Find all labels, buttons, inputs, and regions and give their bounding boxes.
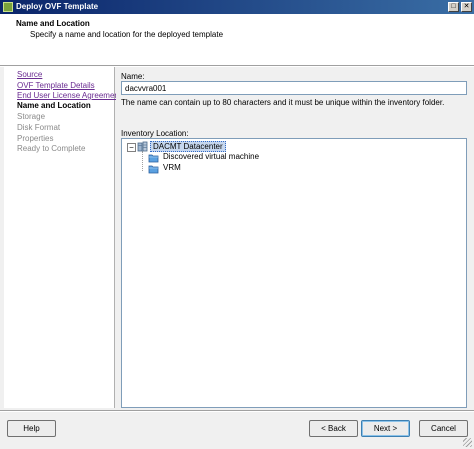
- step-eula[interactable]: End User License Agreement: [17, 91, 121, 100]
- back-button[interactable]: < Back: [309, 420, 358, 437]
- tree-item-vrm[interactable]: VRM: [163, 163, 181, 172]
- wizard-steps-panel: Source OVF Template Details End User Lic…: [4, 67, 121, 408]
- tree-connector: [142, 151, 143, 171]
- name-hint: The name can contain up to 80 characters…: [121, 98, 445, 107]
- next-button[interactable]: Next >: [361, 420, 410, 437]
- step-properties: Properties: [17, 134, 54, 143]
- tree-item-discovered-vm[interactable]: Discovered virtual machine: [163, 152, 259, 161]
- maximize-button[interactable]: □: [448, 2, 459, 12]
- inventory-tree[interactable]: − DACMT Datacenter Discovered virtual ma…: [121, 138, 467, 408]
- name-input[interactable]: [121, 81, 467, 95]
- folder-icon: [148, 154, 159, 163]
- tree-item-dacmt-datacenter[interactable]: DACMT Datacenter: [150, 141, 226, 152]
- name-label: Name:: [121, 72, 145, 81]
- datacenter-icon: [137, 141, 148, 152]
- step-name-and-location: Name and Location: [17, 101, 91, 110]
- wizard-header: Name and Location Specify a name and loc…: [0, 14, 474, 65]
- collapse-icon[interactable]: −: [127, 143, 136, 152]
- page-title: Name and Location: [16, 19, 90, 28]
- step-ovf-template-details[interactable]: OVF Template Details: [17, 81, 95, 90]
- step-storage: Storage: [17, 112, 46, 121]
- step-disk-format: Disk Format: [17, 123, 61, 132]
- inventory-location-label: Inventory Location:: [121, 129, 189, 138]
- window-title: Deploy OVF Template: [16, 2, 99, 11]
- folder-icon: [148, 165, 159, 174]
- vsphere-app-icon: [3, 2, 13, 12]
- cancel-button[interactable]: Cancel: [419, 420, 468, 437]
- footer-divider: [0, 410, 474, 412]
- close-button[interactable]: ✕: [461, 2, 472, 12]
- resize-grip-icon[interactable]: [463, 438, 472, 447]
- help-button[interactable]: Help: [7, 420, 56, 437]
- step-ready-to-complete: Ready to Complete: [17, 144, 86, 153]
- step-source[interactable]: Source: [17, 70, 42, 79]
- window-titlebar[interactable]: Deploy OVF Template □ ✕: [0, 0, 474, 14]
- page-subtitle: Specify a name and location for the depl…: [30, 30, 224, 39]
